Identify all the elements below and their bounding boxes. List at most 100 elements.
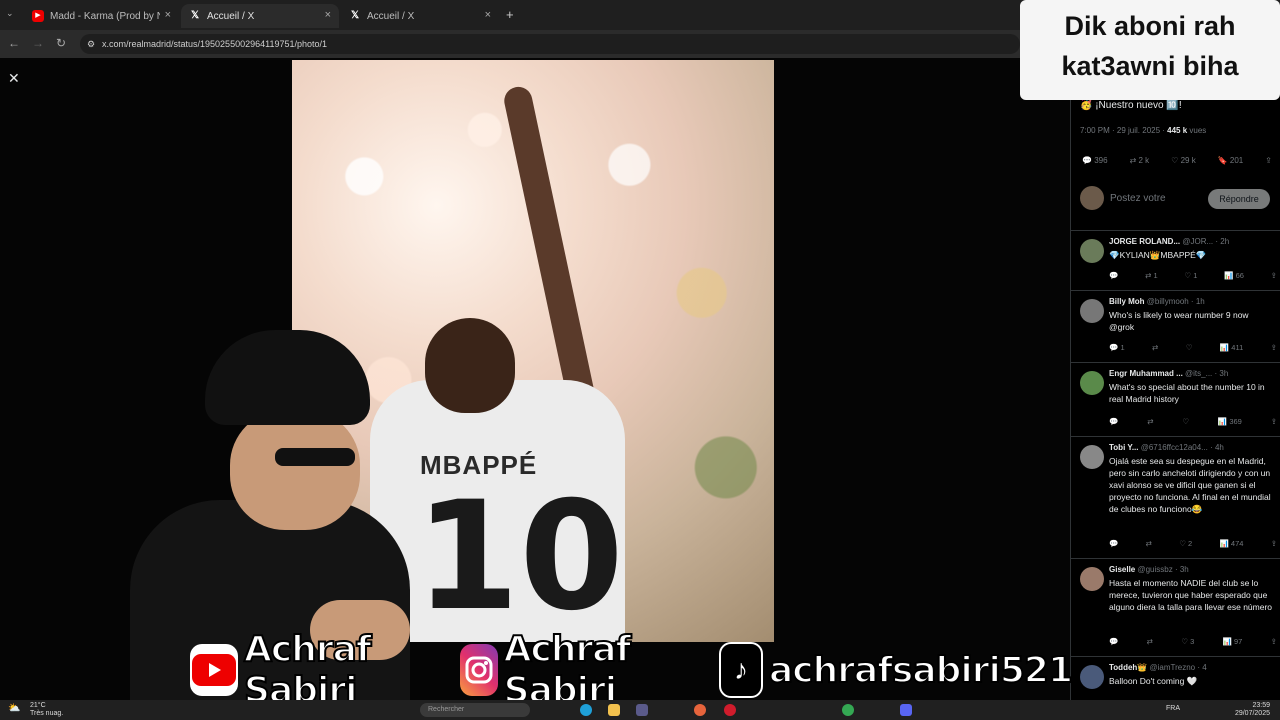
repost-button[interactable]: ⇄ 1 [1145,271,1158,280]
comment-actions: 💬 ⇄ ♡ 📊 369 ⇪ [1109,417,1277,426]
close-tab-icon[interactable]: × [165,9,171,21]
like-button[interactable]: ♡ 3 [1181,637,1194,646]
author-name: Toddeh👑 [1109,663,1148,672]
store-icon[interactable] [636,704,648,716]
comment-text: Who's is likely to wear number 9 now @gr… [1109,310,1249,332]
repost-icon[interactable]: ⇄ [1147,417,1153,426]
author-name: Tobi Y... [1109,443,1139,452]
opera-icon[interactable] [724,704,736,716]
weather-temp: 21°C [30,702,46,709]
tab-label: Madd - Karma (Prod by NOUVI [50,10,160,22]
post-text: 🥳 ¡Nuestro nuevo 🔟! [1080,100,1182,111]
language-indicator[interactable]: FRA [1166,705,1180,712]
share-icon[interactable]: ⇪ [1271,343,1277,352]
views-button[interactable]: 📊 411 [1220,343,1243,352]
clock[interactable]: 23:59 29/07/2025 [1235,702,1270,718]
repost-button[interactable]: ⇄ 2 k [1130,156,1150,165]
repost-icon[interactable]: ⇄ [1152,343,1158,352]
tab-accueil-x-2[interactable]: 𝕏 Accueil / X × [341,4,499,28]
tab-youtube[interactable]: ▶ Madd - Karma (Prod by NOUVI × [24,4,179,28]
tab-label: Accueil / X [367,10,415,22]
chrome-icon[interactable] [842,704,854,716]
list-item[interactable]: JORGE ROLAND... @JOR... · 2h 💎KYLIAN👑MBA… [1070,230,1280,290]
tab-list-chevron-icon[interactable]: ⌄ [6,8,14,19]
reply-submit-button[interactable]: Répondre [1208,189,1270,209]
views-button[interactable]: 📊 369 [1218,417,1242,426]
heart-icon[interactable]: ♡ [1182,417,1189,426]
share-icon[interactable]: ⇪ [1265,156,1272,165]
comment-author: Toddeh👑 @iamTrezno · 4 [1109,663,1207,672]
reload-icon[interactable]: ↻ [56,36,66,50]
tiktok-handle: achrafsabiri521 [768,649,1074,692]
taskbar-search-input[interactable]: Rechercher [420,703,530,717]
new-tab-button[interactable]: + [506,7,514,22]
views-button[interactable]: 📊 474 [1219,539,1243,548]
share-icon[interactable]: ⇪ [1271,637,1277,646]
avatar[interactable] [1080,567,1104,591]
avatar[interactable] [1080,299,1104,323]
like-button[interactable]: ♡ 1 [1184,271,1197,280]
comment-author: Billy Moh @billymooh · 1h [1109,297,1205,306]
avatar[interactable] [1080,665,1104,689]
close-viewer-icon[interactable]: ✕ [8,70,20,87]
like-count: 3 [1190,637,1195,646]
avatar[interactable] [1080,371,1104,395]
post-views-label: vues [1187,126,1207,135]
list-item[interactable]: Engr Muhammad ... @its_... · 3h What's s… [1070,362,1280,434]
like-button[interactable]: ♡ 2 [1179,539,1192,548]
discord-icon[interactable] [900,704,912,716]
edge-browser-icon[interactable] [580,704,592,716]
heart-icon[interactable]: ♡ [1186,343,1193,352]
close-tab-icon[interactable]: × [485,9,491,21]
like-button[interactable]: ♡ 29 k [1171,156,1196,165]
list-item[interactable]: Giselle @guissbz · 3h Hasta el momento N… [1070,558,1280,654]
bookmark-icon: 🔖 [1217,156,1228,165]
reply-button[interactable]: 💬 396 [1082,156,1108,165]
comment-text: 💎KYLIAN👑MBAPPÉ💎 [1109,250,1207,260]
forward-arrow-icon[interactable]: → [32,36,44,50]
clock-time: 23:59 [1252,702,1270,709]
weather-widget[interactable]: 21°C Très nuag. [30,702,63,718]
share-icon[interactable]: ⇪ [1271,271,1277,280]
comment-actions: 💬 ⇄ ♡ 2 📊 474 ⇪ [1109,539,1277,548]
repost-icon[interactable]: ⇄ [1146,539,1152,548]
bookmark-button[interactable]: 🔖 201 [1218,156,1244,165]
list-item[interactable]: Tobi Y... @6716ffcc12a04... · 4h Ojalá e… [1070,436,1280,556]
reply-icon[interactable]: 💬 [1109,417,1118,426]
repost-count: 2 k [1138,156,1150,165]
comment-text: What's so special about the number 10 in… [1109,382,1265,404]
author-name: Billy Moh [1109,297,1145,306]
clock-date: 29/07/2025 [1234,710,1270,717]
view-count: 66 [1235,271,1244,280]
comment-text: Balloon Do't coming 🤍 [1109,676,1198,686]
views-button[interactable]: 📊 97 [1223,637,1243,646]
reply-icon[interactable]: 💬 [1109,271,1118,280]
close-tab-icon[interactable]: × [325,9,331,21]
reply-composer: Postez votre Répondre [1080,186,1270,212]
avatar[interactable] [1080,239,1104,263]
repost-icon[interactable]: ⇄ [1147,637,1153,646]
reply-icon[interactable]: 💬 [1109,539,1118,548]
back-arrow-icon[interactable]: ← [8,36,20,50]
instagram-handle: Achraf Sabiri [503,628,633,712]
author-name: Engr Muhammad ... [1109,369,1183,378]
tab-accueil-x-1[interactable]: 𝕏 Accueil / X × [181,4,339,28]
share-icon[interactable]: ⇪ [1271,417,1277,426]
url-input[interactable]: ⚙ x.com/realmadrid/status/19502550029641… [80,34,1020,54]
list-item[interactable]: Billy Moh @billymooh · 1h Who's is likel… [1070,290,1280,360]
share-icon[interactable]: ⇪ [1271,539,1277,548]
weather-icon[interactable]: ⛅ [8,703,20,714]
avatar[interactable] [1080,445,1104,469]
weather-desc: Très nuag. [30,710,64,717]
reply-button[interactable]: 💬 1 [1109,343,1125,352]
firefox-icon[interactable] [694,704,706,716]
youtube-icon [190,644,239,696]
file-explorer-icon[interactable] [608,704,620,716]
comment-text: Hasta el momento NADIE del club se lo me… [1109,578,1273,612]
list-item[interactable]: Toddeh👑 @iamTrezno · 4 Balloon Do't comi… [1070,656,1280,700]
site-info-icon[interactable]: ⚙ [87,34,95,54]
comment-author: Tobi Y... @6716ffcc12a04... · 4h [1109,443,1224,452]
views-button[interactable]: 📊 66 [1224,271,1244,280]
reply-input[interactable]: Postez votre [1110,193,1166,204]
reply-icon[interactable]: 💬 [1109,637,1118,646]
